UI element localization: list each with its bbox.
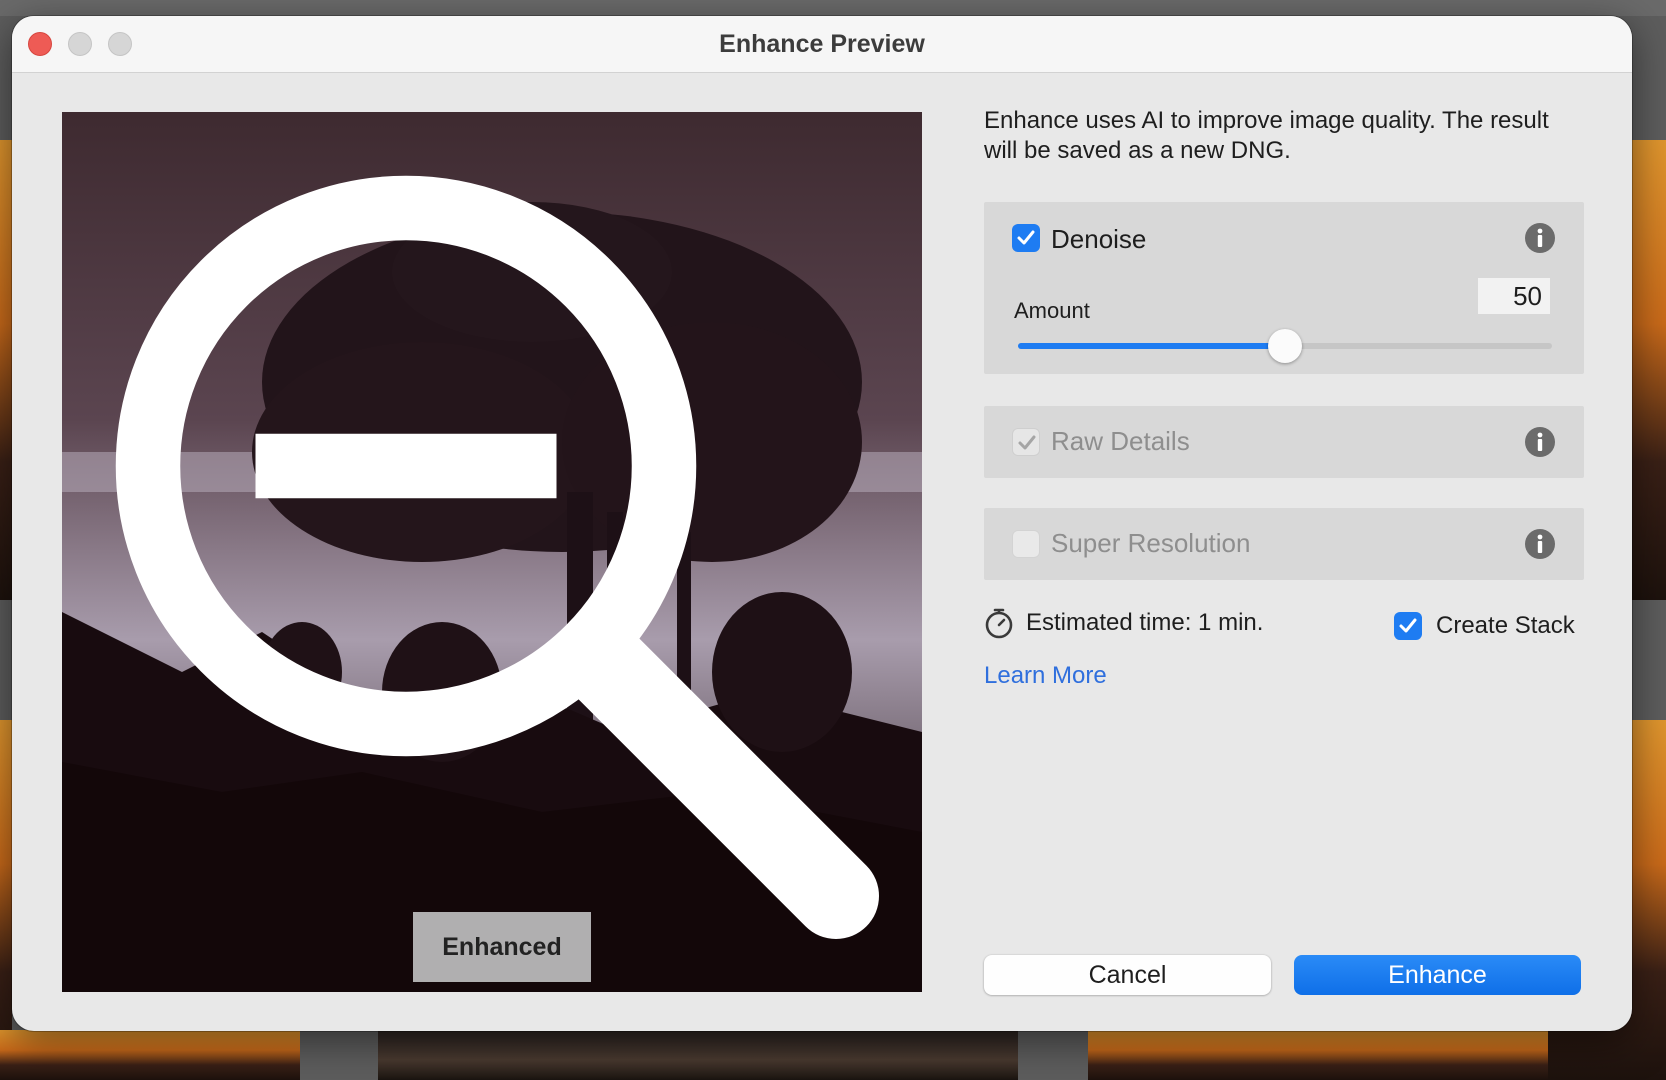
info-icon[interactable] bbox=[1524, 426, 1556, 458]
create-stack-checkbox[interactable] bbox=[1394, 612, 1422, 640]
super-resolution-group: Super Resolution bbox=[984, 508, 1584, 580]
info-icon[interactable] bbox=[1524, 528, 1556, 560]
description-text: Enhance uses AI to improve image quality… bbox=[984, 107, 1549, 164]
raw-details-group: Raw Details bbox=[984, 406, 1584, 478]
stopwatch-icon bbox=[985, 608, 1013, 639]
background-thumbnail bbox=[1088, 1030, 1548, 1080]
amount-value-field[interactable]: 50 bbox=[1478, 278, 1550, 314]
learn-more-link[interactable]: Learn More bbox=[984, 662, 1107, 690]
amount-slider[interactable] bbox=[1018, 329, 1552, 363]
image-preview[interactable]: Enhanced bbox=[62, 112, 922, 992]
enhance-button[interactable]: Enhance bbox=[1294, 955, 1581, 995]
description-panel: Enhance uses AI to improve image quality… bbox=[984, 106, 1584, 166]
background-thumbnail bbox=[0, 140, 12, 600]
super-resolution-checkbox[interactable] bbox=[1012, 530, 1040, 558]
amount-slider-fill bbox=[1018, 343, 1285, 349]
background-thumbnail bbox=[0, 1030, 300, 1080]
estimated-time: Estimated time: 1 min. bbox=[984, 605, 1263, 641]
checkmark-icon bbox=[1018, 435, 1036, 450]
checkmark-icon bbox=[1017, 230, 1035, 245]
background-thumbnail bbox=[0, 720, 12, 1080]
title-bar: Enhance Preview bbox=[12, 16, 1632, 73]
super-resolution-label: Super Resolution bbox=[1051, 528, 1251, 558]
cancel-button[interactable]: Cancel bbox=[984, 955, 1271, 995]
raw-details-label: Raw Details bbox=[1051, 426, 1190, 456]
estimated-time-text: Estimated time: 1 min. bbox=[1026, 609, 1264, 636]
create-stack-label: Create Stack bbox=[1436, 612, 1575, 639]
denoise-label: Denoise bbox=[1051, 224, 1147, 254]
checkmark-icon bbox=[1399, 618, 1417, 633]
info-icon[interactable] bbox=[1524, 222, 1556, 254]
zoom-out-icon[interactable] bbox=[62, 112, 922, 992]
background-thumbnail bbox=[378, 1030, 1018, 1080]
raw-details-checkbox[interactable] bbox=[1012, 428, 1040, 456]
window-title: Enhance Preview bbox=[719, 30, 925, 58]
denoise-group: Denoise Amount 50 bbox=[984, 202, 1584, 374]
amount-slider-thumb[interactable] bbox=[1268, 329, 1302, 363]
background-thumbnail bbox=[0, 0, 1666, 16]
create-stack-option[interactable]: Create Stack bbox=[1394, 610, 1575, 642]
amount-label: Amount bbox=[1014, 298, 1090, 323]
denoise-checkbox[interactable] bbox=[1012, 224, 1040, 252]
